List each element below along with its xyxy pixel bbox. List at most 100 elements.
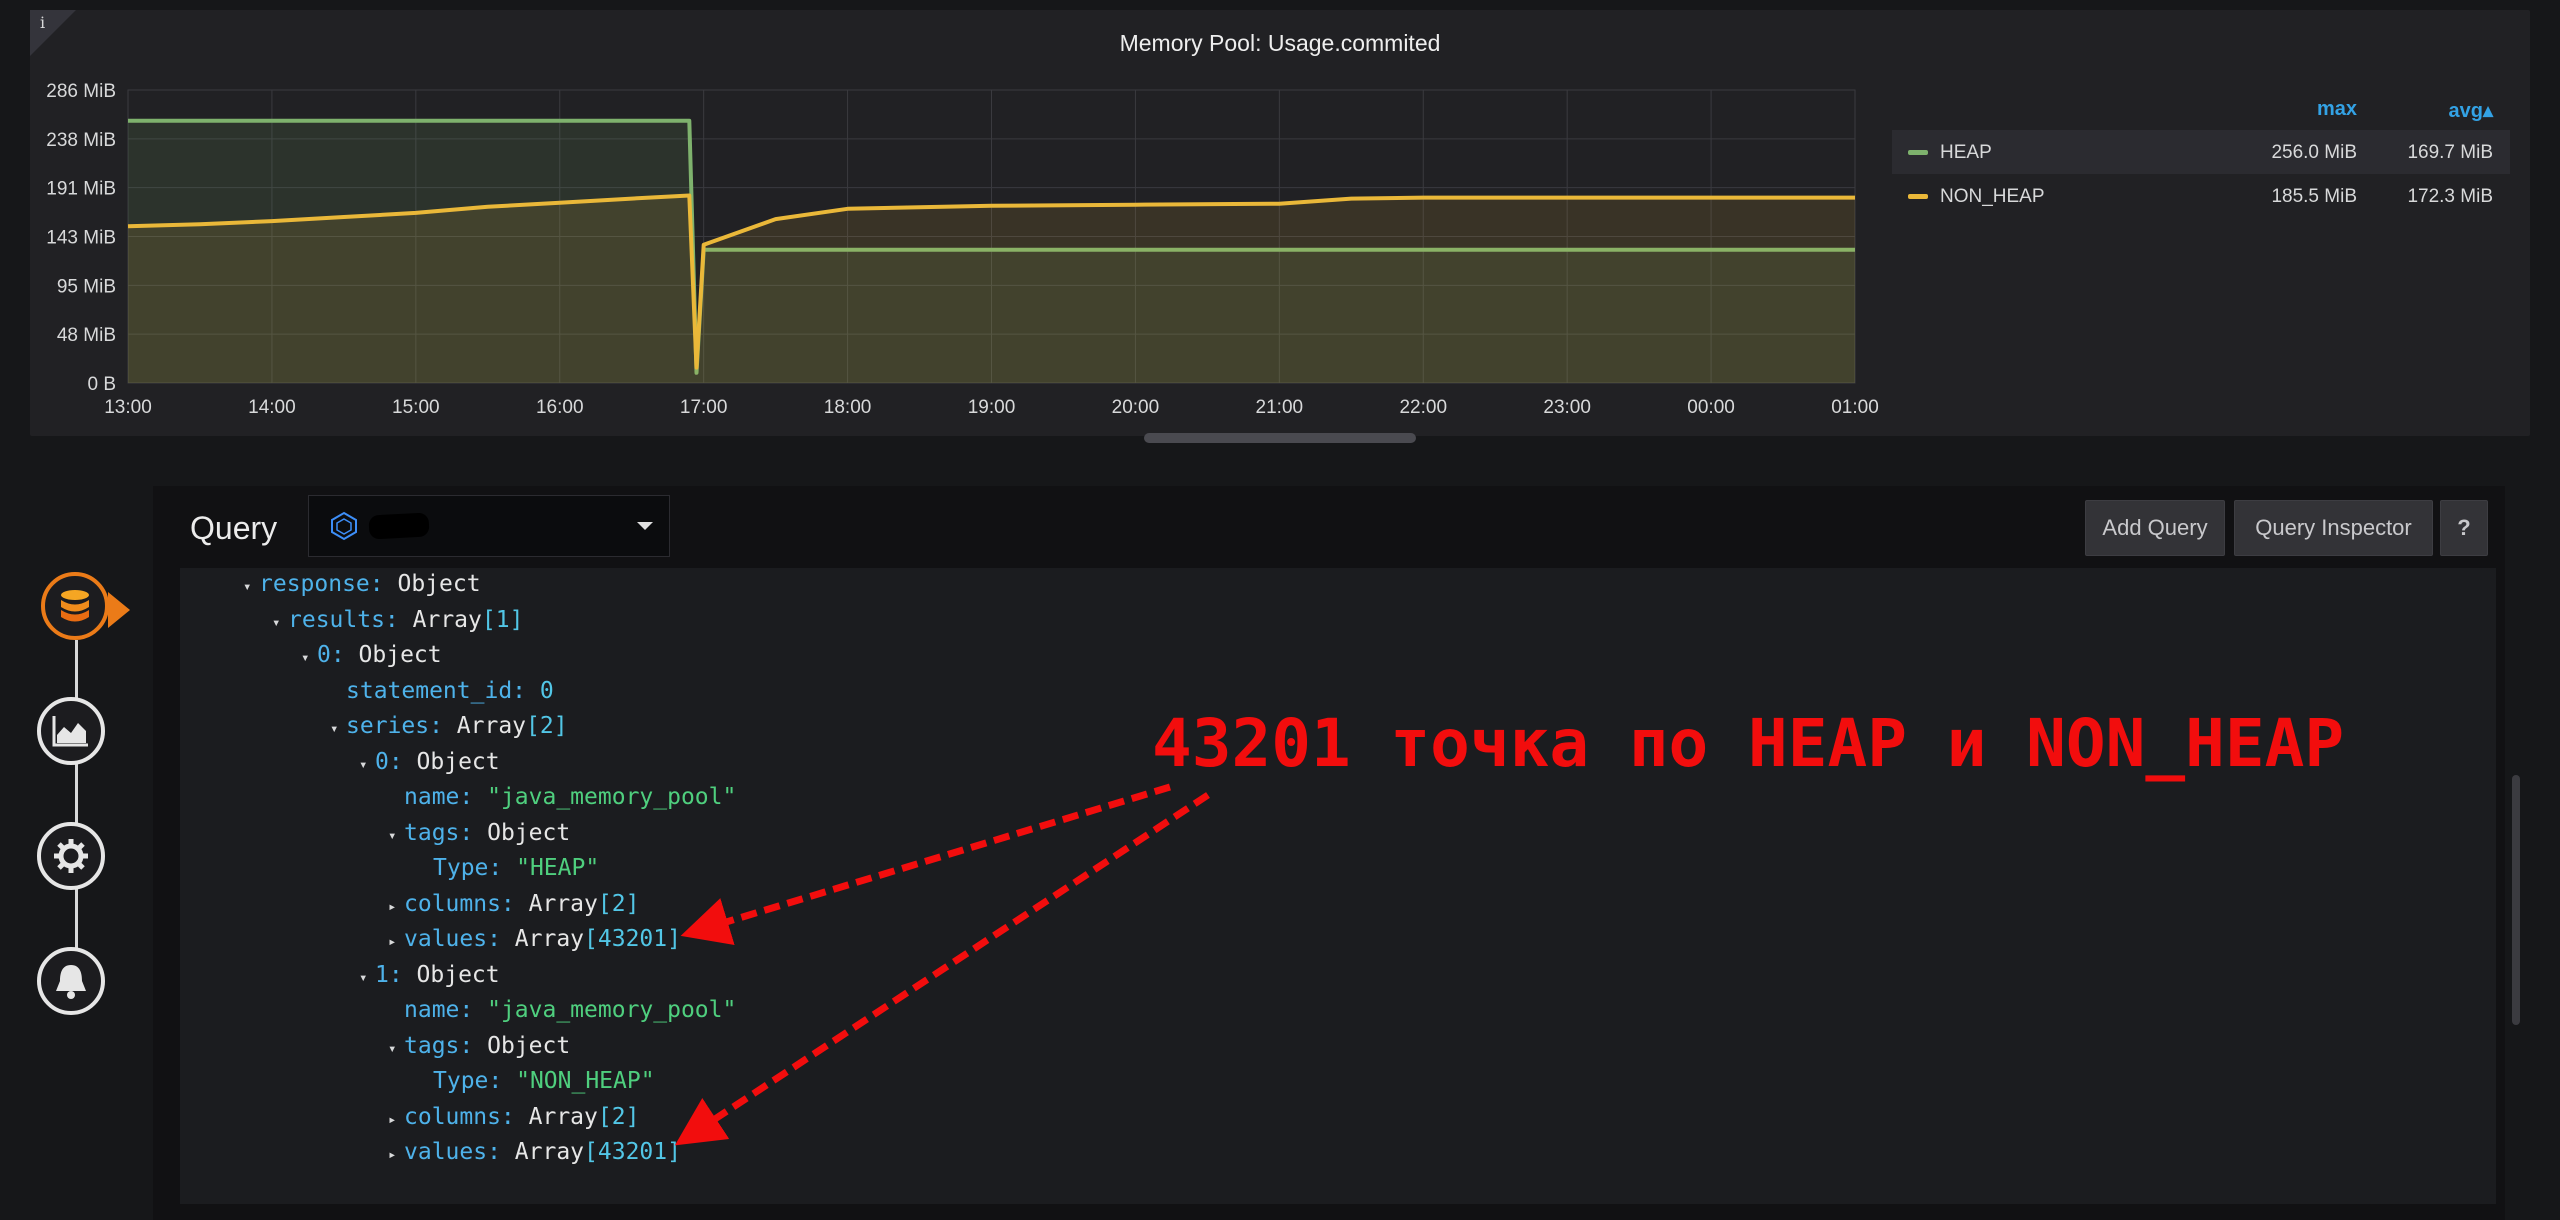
caret-right-icon[interactable]: ▸ — [388, 1138, 404, 1172]
json-type: Object — [487, 819, 571, 846]
json-key: columns: — [404, 890, 529, 917]
settings-icon — [54, 839, 88, 873]
caret-right-icon[interactable]: ▸ — [388, 1103, 404, 1137]
json-key: results: — [288, 606, 413, 633]
json-tree-node[interactable]: ▾ tags: Object — [388, 1029, 570, 1063]
help-button[interactable]: ? — [2440, 500, 2488, 556]
x-tick-label: 13:00 — [104, 397, 152, 418]
legend-swatch-non-heap[interactable] — [1908, 194, 1928, 199]
caret-right-icon[interactable]: ▸ — [388, 925, 404, 959]
legend-row-heap[interactable]: HEAP 256.0 MiB 169.7 MiB — [1892, 130, 2510, 174]
x-tick-label: 16:00 — [536, 397, 584, 418]
caret-down-icon[interactable]: ▾ — [330, 712, 346, 746]
json-type: Array — [412, 606, 482, 633]
json-scrollbar[interactable] — [2512, 775, 2520, 1025]
series-area-non-heap — [128, 195, 1855, 383]
queries-tab[interactable] — [41, 572, 109, 640]
legend: max avg▴ HEAP 256.0 MiB 169.7 MiB NON_HE… — [1892, 86, 2510, 218]
legend-max-header[interactable]: max — [2317, 98, 2357, 121]
graph-panel: i Memory Pool: Usage.commited 286 MiB 238… — [30, 10, 2530, 436]
json-key: values: — [404, 1139, 515, 1165]
json-tree-node[interactable]: ▾ series: Array[2] — [330, 709, 568, 743]
active-step-arrow — [108, 592, 130, 628]
caret-down-icon[interactable]: ▾ — [359, 748, 375, 782]
x-tick-label: 19:00 — [968, 397, 1016, 418]
legend-name[interactable]: HEAP — [1940, 142, 1992, 164]
json-tree-node: Type: "HEAP" — [433, 851, 599, 885]
x-tick-label: 17:00 — [680, 397, 728, 418]
json-tree-node[interactable]: ▾ tags: Object — [388, 816, 570, 850]
json-type: Object — [358, 642, 442, 668]
json-type: Object — [397, 571, 481, 597]
json-key: name: — [404, 784, 488, 810]
bell-icon — [56, 965, 86, 999]
memory-chart[interactable]: 286 MiB 238 MiB 191 MiB 143 MiB 95 MiB 48 MiB… — [30, 10, 1900, 436]
json-string: "NON_HEAP" — [516, 1068, 655, 1094]
legend-name[interactable]: NON_HEAP — [1940, 186, 2045, 208]
x-tick-label: 23:00 — [1543, 397, 1591, 418]
caret-down-icon[interactable]: ▾ — [388, 819, 404, 853]
caret-down-icon[interactable]: ▾ — [388, 1032, 404, 1066]
json-tree-node[interactable]: ▸ columns: Array[2] — [388, 1100, 639, 1134]
query-inspector-button[interactable]: Query Inspector — [2234, 500, 2433, 556]
x-tick-label: 18:00 — [824, 397, 872, 418]
json-type: Array — [456, 713, 527, 739]
x-tick-label: 15:00 — [392, 397, 440, 418]
datasource-select[interactable] — [308, 495, 670, 557]
add-query-button[interactable]: Add Query — [2085, 500, 2225, 556]
legend-row-non-heap[interactable]: NON_HEAP 185.5 MiB 172.3 MiB — [1892, 174, 2510, 218]
visualization-tab[interactable] — [37, 697, 105, 765]
json-string: "HEAP" — [516, 855, 600, 881]
x-tick-label: 21:00 — [1256, 397, 1304, 418]
json-tree-node[interactable]: ▾ results: Array[1] — [272, 603, 523, 637]
legend-swatch-heap[interactable] — [1908, 150, 1928, 155]
redacted-datasource-name — [368, 512, 430, 540]
json-key: name: — [404, 997, 488, 1023]
legend-avg: 172.3 MiB — [2407, 186, 2493, 207]
x-tick-label: 14:00 — [248, 397, 296, 418]
json-tree-node: name: "java_memory_pool" — [404, 780, 736, 814]
caret-down-icon[interactable]: ▾ — [301, 641, 317, 675]
legend-avg-header[interactable]: avg▴ — [2448, 98, 2493, 123]
influxdb-icon — [331, 511, 357, 541]
alert-tab[interactable] — [37, 947, 105, 1015]
y-tick-label: 48 MiB — [57, 325, 116, 346]
json-tree-node[interactable]: ▸ values: Array[43201] — [388, 922, 681, 956]
json-tree-node: Type: "NON_HEAP" — [433, 1064, 655, 1098]
query-label: Query — [190, 510, 278, 546]
legend-header: max avg▴ — [1892, 86, 2510, 130]
general-settings-tab[interactable] — [37, 822, 105, 890]
json-key: columns: — [404, 1103, 529, 1130]
x-tick-label: 20:00 — [1112, 397, 1160, 418]
y-tick-label: 286 MiB — [46, 81, 116, 102]
x-tick-label: 01:00 — [1831, 397, 1879, 418]
y-tick-label: 238 MiB — [46, 130, 116, 151]
y-tick-label: 95 MiB — [57, 276, 116, 297]
json-key: response: — [259, 571, 398, 597]
panel-resize-handle[interactable] — [1144, 433, 1416, 443]
json-tree-node[interactable]: ▸ values: Array[43201] — [388, 1135, 681, 1169]
caret-down-icon[interactable]: ▾ — [243, 570, 259, 604]
json-array-length: [2] — [597, 890, 640, 917]
caret-down-icon[interactable]: ▾ — [359, 961, 375, 995]
json-key: 0: — [375, 748, 417, 775]
json-key: tags: — [404, 819, 488, 846]
json-tree-node[interactable]: ▾ 1: Object — [359, 958, 500, 992]
json-tree-node[interactable]: ▸ columns: Array[2] — [388, 887, 639, 921]
json-key: Type: — [433, 1068, 517, 1094]
chevron-down-icon[interactable] — [637, 522, 653, 530]
json-type: Object — [487, 1032, 571, 1059]
legend-max: 256.0 MiB — [2271, 142, 2357, 163]
caret-right-icon[interactable]: ▸ — [388, 890, 404, 924]
editor-rail-line — [75, 640, 78, 980]
json-tree-node[interactable]: ▾ 0: Object — [301, 638, 442, 672]
x-tick-label: 00:00 — [1687, 397, 1735, 418]
json-key: 0: — [317, 642, 359, 668]
json-type: Object — [416, 748, 500, 775]
json-tree-node[interactable]: ▾ 0: Object — [359, 745, 500, 779]
json-number: 0 — [539, 677, 554, 704]
caret-down-icon[interactable]: ▾ — [272, 606, 288, 640]
legend-max: 185.5 MiB — [2271, 186, 2357, 207]
json-tree-node[interactable]: ▾ response: Object — [243, 567, 481, 601]
json-string: "java_memory_pool" — [487, 784, 737, 810]
